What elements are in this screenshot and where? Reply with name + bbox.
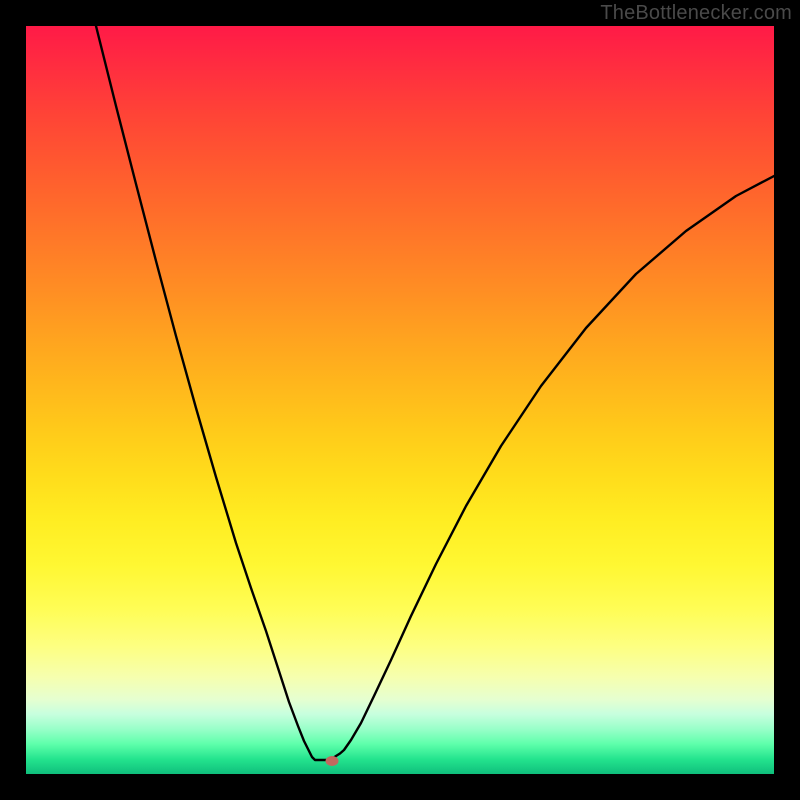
curve-svg [26, 26, 774, 774]
optimum-marker [326, 756, 339, 766]
bottleneck-curve [84, 26, 774, 760]
plot-area [26, 26, 774, 774]
watermark-text: TheBottlenecker.com [600, 2, 792, 25]
chart-frame: TheBottlenecker.com [0, 0, 800, 800]
